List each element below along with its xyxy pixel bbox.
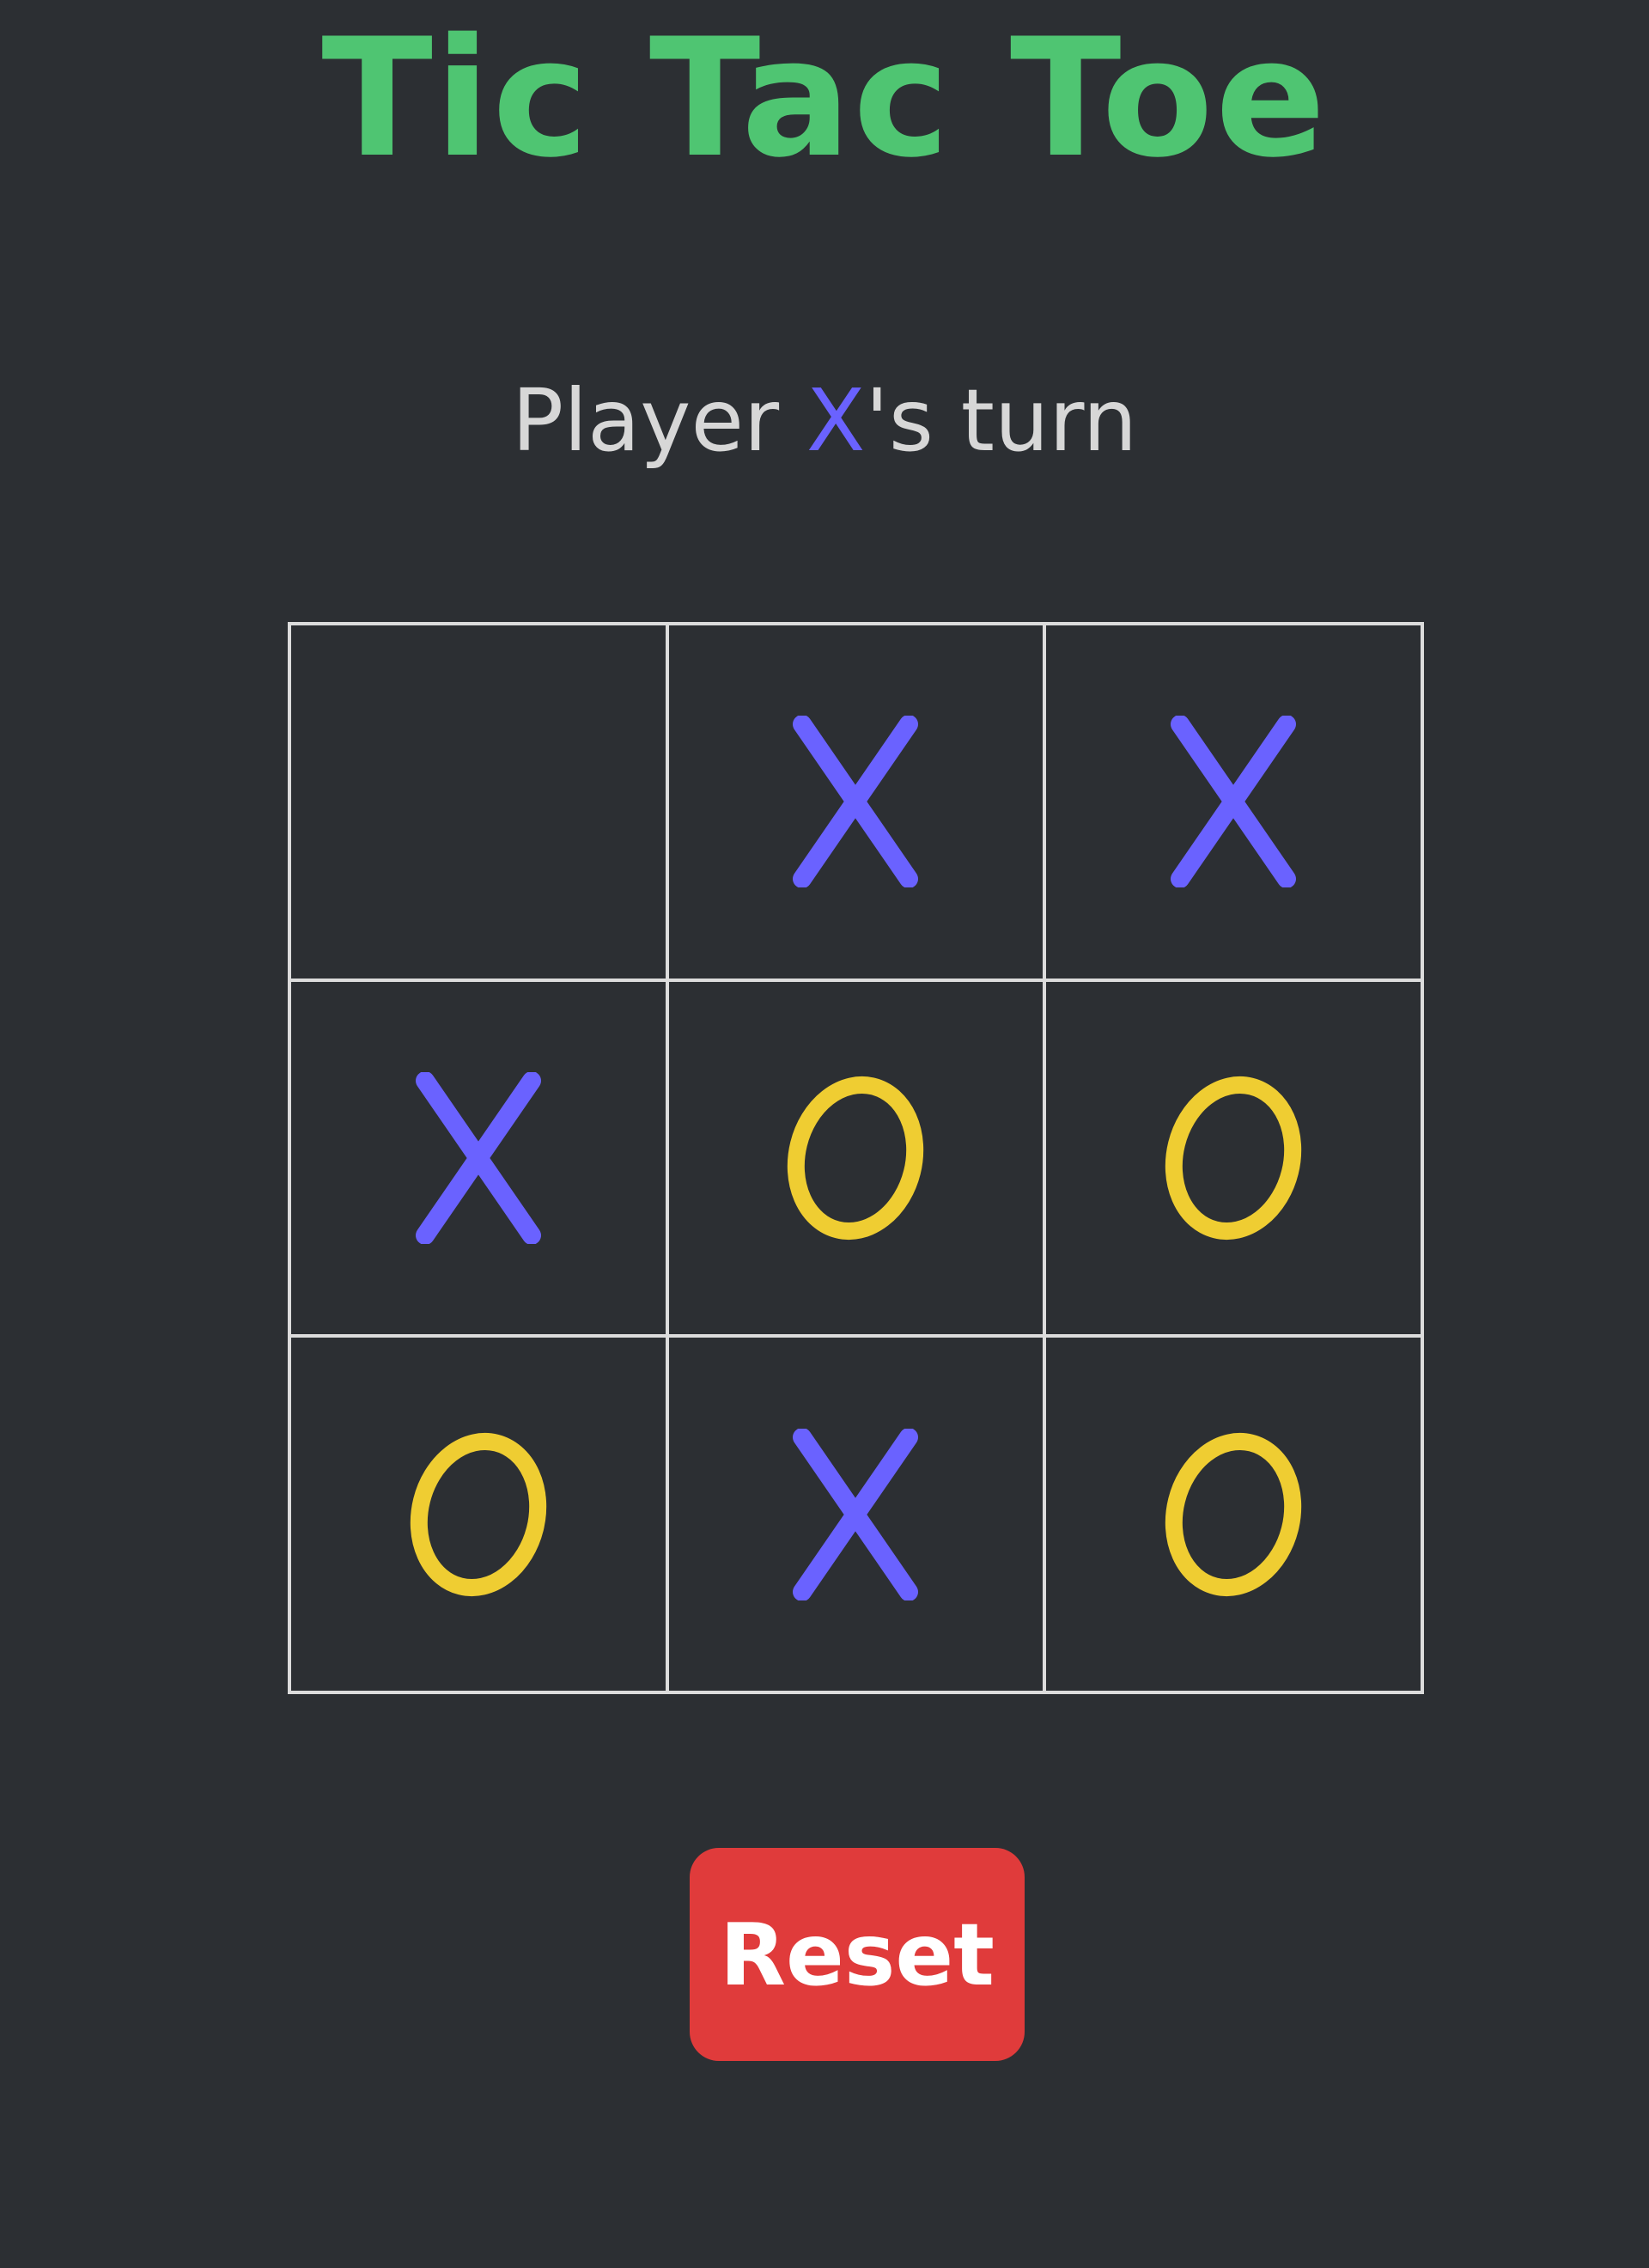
turn-status: Player X's turn [0,361,1649,481]
turn-status-suffix: 's turn [865,370,1138,471]
o-mark-icon: O [410,1432,547,1596]
reset-button[interactable]: Reset [690,1848,1025,2061]
board-cell-6[interactable]: O [1044,979,1422,1337]
board-cell-5[interactable]: O [666,979,1045,1337]
o-mark-icon: O [1165,1076,1302,1241]
o-mark-icon: O [1165,1432,1302,1596]
game-board: X X X O O O X O [288,622,1424,1694]
board-cell-2[interactable]: X [666,624,1045,980]
board-cell-1[interactable] [289,624,667,980]
current-player-mark: X [806,370,866,471]
board-cell-9[interactable]: O [1044,1336,1422,1692]
o-mark-icon: O [788,1076,924,1241]
board-cell-4[interactable]: X [289,979,667,1337]
x-mark-icon: X [1171,716,1297,888]
turn-status-prefix: Player [511,370,806,471]
board-cell-3[interactable]: X [1044,624,1422,980]
board-cell-7[interactable]: O [289,1336,667,1692]
x-mark-icon: X [793,716,919,888]
x-mark-icon: X [793,1428,919,1600]
board-cell-8[interactable]: X [666,1336,1045,1692]
x-mark-icon: X [415,1071,541,1244]
page-title: Tic Tac Toe [321,3,1328,193]
